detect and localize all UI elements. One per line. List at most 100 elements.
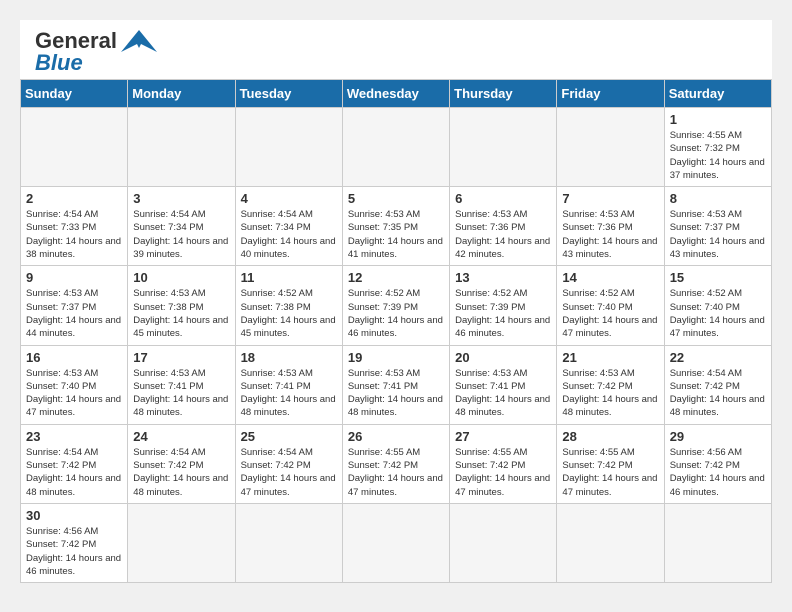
day-info: Sunrise: 4:53 AM Sunset: 7:41 PM Dayligh…: [241, 367, 337, 420]
calendar-week-2: 2 Sunrise: 4:54 AM Sunset: 7:33 PM Daylig…: [21, 187, 772, 266]
day-number: 22: [670, 350, 766, 365]
day-info: Sunrise: 4:53 AM Sunset: 7:41 PM Dayligh…: [133, 367, 229, 420]
day-number: 19: [348, 350, 444, 365]
calendar-cell: [128, 503, 235, 582]
weekday-header-saturday: Saturday: [664, 80, 771, 108]
day-info: Sunrise: 4:54 AM Sunset: 7:33 PM Dayligh…: [26, 208, 122, 261]
calendar-cell: 30Sunrise: 4:56 AM Sunset: 7:42 PM Dayli…: [21, 503, 128, 582]
calendar-cell: 14 Sunrise: 4:52 AM Sunset: 7:40 PM Dayli…: [557, 266, 664, 345]
calendar-cell: 10Sunrise: 4:53 AM Sunset: 7:38 PM Dayli…: [128, 266, 235, 345]
day-number: 21: [562, 350, 658, 365]
day-number: 3: [133, 191, 229, 206]
day-info: Sunrise: 4:53 AM Sunset: 7:41 PM Dayligh…: [455, 367, 551, 420]
calendar-cell: [450, 108, 557, 187]
day-info: Sunrise: 4:53 AM Sunset: 7:42 PM Dayligh…: [562, 367, 658, 420]
weekday-header-row: SundayMondayTuesdayWednesdayThursdayFrid…: [21, 80, 772, 108]
calendar-week-3: 9Sunrise: 4:53 AM Sunset: 7:37 PM Daylig…: [21, 266, 772, 345]
calendar-week-5: 23 Sunrise: 4:54 AM Sunset: 7:42 PM Dayli…: [21, 424, 772, 503]
day-info: Sunrise: 4:52 AM Sunset: 7:40 PM Dayligh…: [562, 287, 658, 340]
day-number: 13: [455, 270, 551, 285]
day-info: Sunrise: 4:56 AM Sunset: 7:42 PM Dayligh…: [670, 446, 766, 499]
day-info: Sunrise: 4:53 AM Sunset: 7:36 PM Dayligh…: [455, 208, 551, 261]
weekday-header-friday: Friday: [557, 80, 664, 108]
day-info: Sunrise: 4:56 AM Sunset: 7:42 PM Dayligh…: [26, 525, 122, 578]
day-info: Sunrise: 4:55 AM Sunset: 7:42 PM Dayligh…: [562, 446, 658, 499]
day-number: 23: [26, 429, 122, 444]
logo: General Blue: [35, 30, 157, 74]
calendar-cell: 11 Sunrise: 4:52 AM Sunset: 7:38 PM Dayli…: [235, 266, 342, 345]
weekday-header-tuesday: Tuesday: [235, 80, 342, 108]
calendar-cell: 9Sunrise: 4:53 AM Sunset: 7:37 PM Daylig…: [21, 266, 128, 345]
day-info: Sunrise: 4:54 AM Sunset: 7:42 PM Dayligh…: [241, 446, 337, 499]
calendar-cell: 29 Sunrise: 4:56 AM Sunset: 7:42 PM Dayli…: [664, 424, 771, 503]
day-number: 29: [670, 429, 766, 444]
day-number: 27: [455, 429, 551, 444]
day-number: 2: [26, 191, 122, 206]
day-number: 7: [562, 191, 658, 206]
calendar-week-6: 30Sunrise: 4:56 AM Sunset: 7:42 PM Dayli…: [21, 503, 772, 582]
day-number: 24: [133, 429, 229, 444]
day-info: Sunrise: 4:53 AM Sunset: 7:38 PM Dayligh…: [133, 287, 229, 340]
calendar-cell: [21, 108, 128, 187]
logo-general: General: [35, 30, 117, 52]
day-number: 6: [455, 191, 551, 206]
weekday-header-thursday: Thursday: [450, 80, 557, 108]
weekday-header-monday: Monday: [128, 80, 235, 108]
calendar-cell: 17 Sunrise: 4:53 AM Sunset: 7:41 PM Dayli…: [128, 345, 235, 424]
calendar-cell: 27 Sunrise: 4:55 AM Sunset: 7:42 PM Dayli…: [450, 424, 557, 503]
calendar-cell: 25 Sunrise: 4:54 AM Sunset: 7:42 PM Dayli…: [235, 424, 342, 503]
day-number: 1: [670, 112, 766, 127]
calendar-week-1: 1 Sunrise: 4:55 AM Sunset: 7:32 PM Daylig…: [21, 108, 772, 187]
calendar-cell: [557, 108, 664, 187]
day-number: 5: [348, 191, 444, 206]
weekday-header-sunday: Sunday: [21, 80, 128, 108]
calendar-cell: [557, 503, 664, 582]
calendar-cell: [235, 108, 342, 187]
day-number: 11: [241, 270, 337, 285]
calendar-cell: 28 Sunrise: 4:55 AM Sunset: 7:42 PM Dayli…: [557, 424, 664, 503]
day-number: 25: [241, 429, 337, 444]
calendar-cell: 1 Sunrise: 4:55 AM Sunset: 7:32 PM Daylig…: [664, 108, 771, 187]
day-info: Sunrise: 4:54 AM Sunset: 7:34 PM Dayligh…: [133, 208, 229, 261]
calendar-cell: 18 Sunrise: 4:53 AM Sunset: 7:41 PM Dayli…: [235, 345, 342, 424]
calendar-cell: 4Sunrise: 4:54 AM Sunset: 7:34 PM Daylig…: [235, 187, 342, 266]
day-info: Sunrise: 4:55 AM Sunset: 7:32 PM Dayligh…: [670, 129, 766, 182]
calendar-cell: [450, 503, 557, 582]
calendar-cell: 21 Sunrise: 4:53 AM Sunset: 7:42 PM Dayli…: [557, 345, 664, 424]
calendar-cell: 6 Sunrise: 4:53 AM Sunset: 7:36 PM Daylig…: [450, 187, 557, 266]
day-number: 17: [133, 350, 229, 365]
day-info: Sunrise: 4:53 AM Sunset: 7:35 PM Dayligh…: [348, 208, 444, 261]
day-info: Sunrise: 4:55 AM Sunset: 7:42 PM Dayligh…: [348, 446, 444, 499]
calendar-cell: 2 Sunrise: 4:54 AM Sunset: 7:33 PM Daylig…: [21, 187, 128, 266]
calendar-cell: 23 Sunrise: 4:54 AM Sunset: 7:42 PM Dayli…: [21, 424, 128, 503]
calendar-week-4: 16Sunrise: 4:53 AM Sunset: 7:40 PM Dayli…: [21, 345, 772, 424]
calendar-cell: [235, 503, 342, 582]
calendar-cell: 5 Sunrise: 4:53 AM Sunset: 7:35 PM Daylig…: [342, 187, 449, 266]
calendar-cell: 20Sunrise: 4:53 AM Sunset: 7:41 PM Dayli…: [450, 345, 557, 424]
day-number: 16: [26, 350, 122, 365]
day-number: 18: [241, 350, 337, 365]
calendar-cell: 19 Sunrise: 4:53 AM Sunset: 7:41 PM Dayli…: [342, 345, 449, 424]
day-info: Sunrise: 4:53 AM Sunset: 7:36 PM Dayligh…: [562, 208, 658, 261]
day-info: Sunrise: 4:53 AM Sunset: 7:41 PM Dayligh…: [348, 367, 444, 420]
calendar-cell: [664, 503, 771, 582]
day-number: 15: [670, 270, 766, 285]
day-number: 4: [241, 191, 337, 206]
calendar-cell: [342, 503, 449, 582]
day-info: Sunrise: 4:54 AM Sunset: 7:42 PM Dayligh…: [26, 446, 122, 499]
day-number: 14: [562, 270, 658, 285]
day-info: Sunrise: 4:52 AM Sunset: 7:40 PM Dayligh…: [670, 287, 766, 340]
day-number: 26: [348, 429, 444, 444]
day-number: 28: [562, 429, 658, 444]
day-info: Sunrise: 4:52 AM Sunset: 7:39 PM Dayligh…: [348, 287, 444, 340]
calendar-table: SundayMondayTuesdayWednesdayThursdayFrid…: [20, 79, 772, 583]
page-header: General Blue: [20, 20, 772, 79]
day-info: Sunrise: 4:53 AM Sunset: 7:37 PM Dayligh…: [670, 208, 766, 261]
day-info: Sunrise: 4:54 AM Sunset: 7:42 PM Dayligh…: [133, 446, 229, 499]
calendar-cell: 24 Sunrise: 4:54 AM Sunset: 7:42 PM Dayli…: [128, 424, 235, 503]
day-info: Sunrise: 4:52 AM Sunset: 7:38 PM Dayligh…: [241, 287, 337, 340]
day-info: Sunrise: 4:52 AM Sunset: 7:39 PM Dayligh…: [455, 287, 551, 340]
day-info: Sunrise: 4:55 AM Sunset: 7:42 PM Dayligh…: [455, 446, 551, 499]
calendar-cell: [128, 108, 235, 187]
calendar-cell: 15 Sunrise: 4:52 AM Sunset: 7:40 PM Dayli…: [664, 266, 771, 345]
